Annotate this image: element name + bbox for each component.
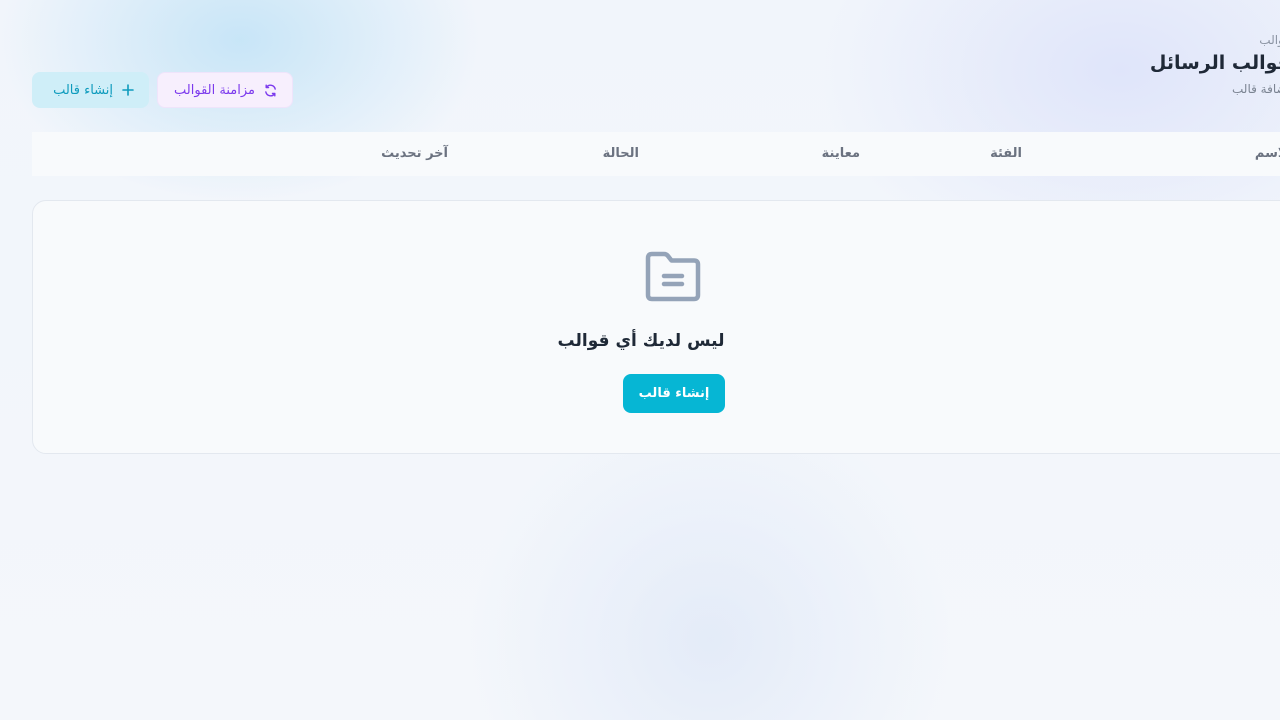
breadcrumb[interactable]: قوالب: [1150, 30, 1280, 50]
create-template-label: إنشاء قالب: [53, 82, 113, 98]
plus-icon: [122, 84, 134, 96]
header-actions: إنشاء قالب مزامنة القوالب: [32, 72, 293, 108]
page-title: قوالب الرسائل: [1149, 52, 1280, 74]
empty-state-create-button[interactable]: إنشاء قالب: [623, 374, 725, 413]
column-header-preview[interactable]: معاينة: [822, 132, 860, 176]
page-subtitle: إضافة قالب: [1232, 82, 1280, 96]
column-header-name[interactable]: الاسم: [1240, 132, 1280, 176]
sync-templates-label: مزامنة القوالب: [174, 82, 255, 98]
refresh-icon: [265, 83, 276, 97]
create-template-button[interactable]: إنشاء قالب: [32, 72, 149, 108]
table-header: الاسم الفئة معاينة الحالة آخر تحديث: [32, 132, 1280, 176]
column-header-last-updated[interactable]: آخر تحديث: [381, 132, 448, 176]
page-header: قوالب قوالب الرسائل إضافة قالب: [980, 30, 1280, 110]
folder-icon: [645, 251, 701, 302]
column-header-status[interactable]: الحالة: [603, 132, 639, 176]
empty-state-card: ليس لديك أي قوالب إنشاء قالب: [32, 200, 1280, 454]
empty-state-message: ليس لديك أي قوالب: [557, 331, 725, 351]
sync-templates-button[interactable]: مزامنة القوالب: [157, 72, 293, 108]
column-header-category[interactable]: الفئة: [990, 132, 1022, 176]
